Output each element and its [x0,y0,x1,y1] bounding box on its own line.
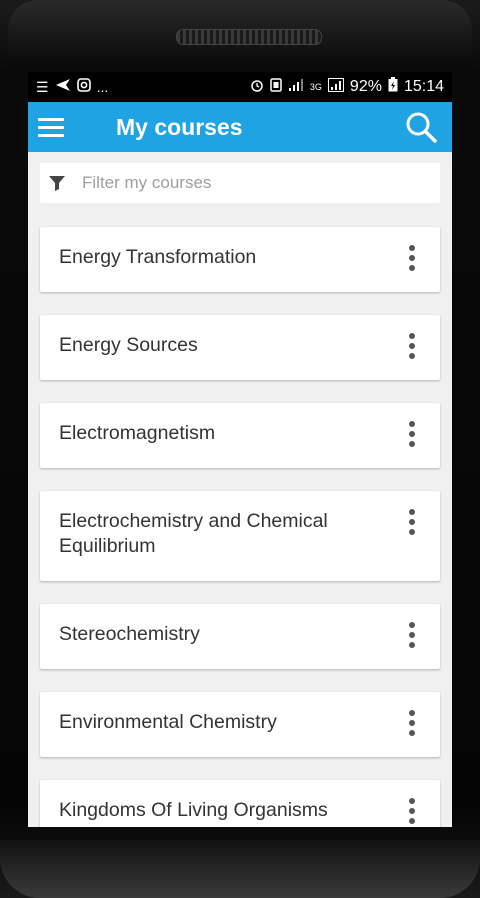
status-bar-right: 3G 92% 15:14 [250,77,444,97]
list-icon: ☰ [36,79,49,95]
send-icon [55,78,71,97]
more-options-icon[interactable] [400,796,424,826]
more-options-icon[interactable] [400,708,424,738]
course-name: Energy Sources [59,334,198,356]
more-options-icon[interactable] [400,620,424,650]
course-name: Stereochemistry [59,623,200,645]
network-type: 3G [309,82,322,92]
filter-bar [40,163,440,203]
search-icon[interactable] [396,102,446,152]
app-bar: My courses [28,102,452,152]
more-notifications: ... [96,79,109,95]
course-name: Environmental Chemistry [59,711,277,733]
alarm-icon [250,78,264,97]
course-card[interactable]: Stereochemistry [40,604,440,669]
phone-top-bezel [8,0,472,70]
hamburger-menu-icon[interactable] [38,102,88,152]
course-name: Electrochemistry and Chemical Equilibriu… [59,510,328,557]
filter-input[interactable] [80,172,404,194]
course-name: Electromagnetism [59,422,216,444]
more-options-icon[interactable] [400,331,424,361]
clock: 15:14 [403,78,444,95]
more-options-icon[interactable] [400,419,424,449]
course-name: Kingdoms Of Living Organisms [59,799,328,821]
data-saver-icon [270,77,282,97]
phone-bottom-bezel [0,840,480,898]
filter-icon [48,173,68,193]
course-card[interactable]: Electromagnetism [40,403,440,468]
course-card[interactable]: Kingdoms Of Living Organisms [40,780,440,827]
instagram-icon [76,77,91,97]
battery-percent: 92% [349,78,382,95]
status-bar: ☰ ... 3G 92% 15:14 [28,72,452,102]
more-options-icon[interactable] [400,507,424,537]
screen: ☰ ... 3G 92% 15:14 My courses Filter my … [28,72,452,827]
signal-icon-2 [327,77,344,97]
status-bar-left: ☰ ... [36,77,109,97]
course-card[interactable]: Environmental Chemistry [40,692,440,757]
phone-frame: ☰ ... 3G 92% 15:14 My courses Filter my … [0,0,480,898]
course-card[interactable]: Energy Sources [40,315,440,380]
signal-icon [288,78,304,97]
battery-charging-icon [388,77,398,97]
page-title: My courses [116,113,243,140]
course-card[interactable]: Energy Transformation [40,227,440,292]
course-card[interactable]: Electrochemistry and Chemical Equilibriu… [40,491,440,581]
speaker-grille [176,29,322,45]
more-options-icon[interactable] [400,243,424,273]
course-name: Energy Transformation [59,246,257,268]
